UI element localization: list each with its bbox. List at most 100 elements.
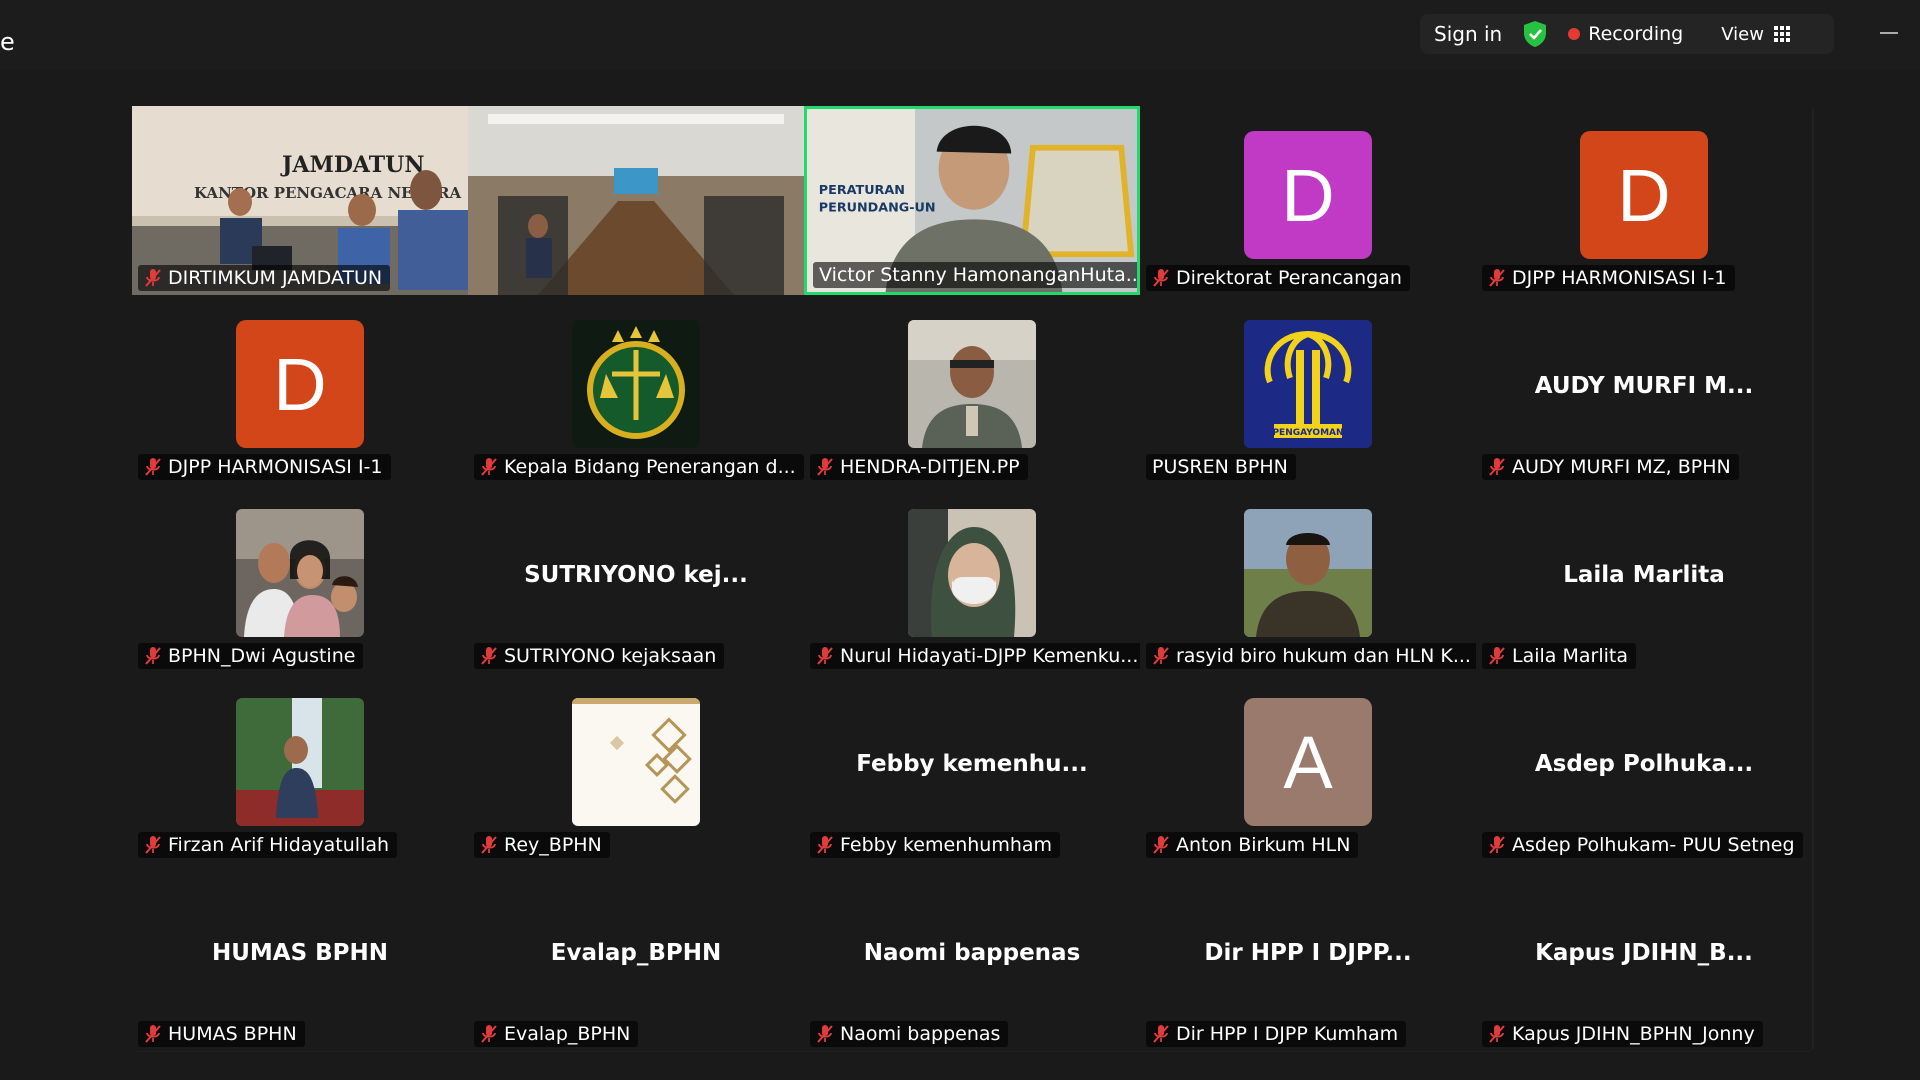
gallery-view: JAMDATUN KANTOR PENGACARA NEGARA DIRTIMKUM… — [132, 106, 1814, 1052]
participant-photo — [236, 509, 364, 637]
mic-muted-icon — [1488, 646, 1506, 666]
participant-tile[interactable]: Dir HPP I DJPP... Dir HPP I DJPP Kumham — [1140, 862, 1476, 1051]
participant-name: Evalap_BPHN — [504, 1023, 631, 1045]
view-label: View — [1721, 23, 1764, 45]
participant-tile[interactable]: Asdep Polhuka... Asdep Polhukam- PUU Setn… — [1476, 673, 1812, 862]
participant-tile[interactable]: Nurul Hidayati-DJPP Kemenku... — [804, 484, 1140, 673]
mic-muted-icon — [480, 1024, 498, 1044]
participant-tile[interactable]: Firzan Arif Hidayatullah — [132, 673, 468, 862]
participant-tile[interactable]: JAMDATUN KANTOR PENGACARA NEGARA DIRTIMKUM… — [132, 106, 468, 295]
participant-avatar: D — [236, 320, 364, 448]
participant-photo — [236, 698, 364, 826]
participant-name-tag: Dir HPP I DJPP Kumham — [1146, 1021, 1407, 1047]
participant-name-tag: Direktorat Perancangan — [1146, 265, 1410, 291]
participant-name-tag: DIRTIMKUM JAMDATUN — [138, 265, 391, 291]
video-banner-line1: JAMDATUN — [280, 152, 424, 178]
view-button[interactable]: View — [1721, 24, 1790, 45]
participant-name: DJPP HARMONISASI I-1 — [1512, 267, 1727, 289]
participant-name-tag: Rey_BPHN — [474, 832, 610, 858]
participant-name-tag: Kepala Bidang Penerangan d... — [474, 454, 804, 480]
participant-tile[interactable]: PENGAYOMAN PUSREN BPHN — [1140, 295, 1476, 484]
mic-muted-icon — [480, 835, 498, 855]
mic-muted-icon — [1152, 646, 1170, 666]
participant-display-name: Naomi bappenas — [863, 940, 1081, 966]
sign-in-button[interactable]: Sign in — [1434, 22, 1502, 46]
participant-tile[interactable]: HUMAS BPHN HUMAS BPHN — [132, 862, 468, 1051]
grid-view-icon — [1773, 26, 1790, 42]
participant-name: Febby kemenhumham — [840, 834, 1053, 856]
participant-tile[interactable]: A Anton Birkum HLN — [1140, 673, 1476, 862]
participant-name-tag: DJPP HARMONISASI I-1 — [138, 454, 391, 480]
participant-name-tag: AUDY MURFI MZ, BPHN — [1482, 454, 1739, 480]
participant-tile[interactable]: SUTRIYONO kej... SUTRIYONO kejaksaan — [468, 484, 804, 673]
participant-display-name: Febby kemenhu... — [856, 751, 1088, 777]
participant-name-tag: Nurul Hidayati-DJPP Kemenku... — [810, 643, 1140, 669]
participant-name: Asdep Polhukam- PUU Setneg — [1512, 834, 1795, 856]
participant-tile[interactable]: Laila Marlita Laila Marlita — [1476, 484, 1812, 673]
participant-photo — [1244, 509, 1372, 637]
participant-photo: PENGAYOMAN — [1244, 320, 1372, 448]
participant-display-name: AUDY MURFI M... — [1534, 373, 1754, 399]
participant-tile[interactable]: D Direktorat Perancangan — [1140, 106, 1476, 295]
participant-display-name: Evalap_BPHN — [550, 940, 722, 966]
participant-video — [468, 106, 804, 295]
participant-name: Rey_BPHN — [504, 834, 602, 856]
participant-name: Nurul Hidayati-DJPP Kemenku... — [840, 645, 1139, 667]
participant-name: DIRTIMKUM JAMDATUN — [168, 267, 383, 289]
video-banner-line2: PERUNDANG-UN — [819, 200, 936, 215]
participant-display-name: SUTRIYONO kej... — [524, 562, 748, 588]
mic-muted-icon — [1488, 835, 1506, 855]
mic-muted-icon — [1488, 457, 1506, 477]
participant-photo — [572, 320, 700, 448]
participant-tile[interactable]: Febby kemenhu... Febby kemenhumham — [804, 673, 1140, 862]
participant-display-name: Laila Marlita — [1563, 562, 1725, 588]
mic-muted-icon — [816, 1024, 834, 1044]
participant-display-name: Kapus JDIHN_B... — [1535, 940, 1753, 966]
participant-name-tag: HENDRA-DITJEN.PP — [810, 454, 1028, 480]
participant-name-tag: Asdep Polhukam- PUU Setneg — [1482, 832, 1803, 858]
participant-name: Firzan Arif Hidayatullah — [168, 834, 390, 856]
mic-muted-icon — [1152, 1024, 1170, 1044]
participant-avatar: D — [1580, 131, 1708, 259]
participant-name-tag: HUMAS BPHN — [138, 1021, 305, 1047]
participant-photo — [908, 509, 1036, 637]
participant-name: HENDRA-DITJEN.PP — [840, 456, 1020, 478]
mic-muted-icon — [480, 457, 498, 477]
participant-tile[interactable]: Kapus JDIHN_B... Kapus JDIHN_BPHN_Jonny — [1476, 862, 1812, 1051]
participant-name-tag: Victor Stanny HamonanganHuta... — [813, 262, 1137, 288]
participant-tile[interactable]: Naomi bappenas Naomi bappenas — [804, 862, 1140, 1051]
participant-name-tag: Laila Marlita — [1482, 643, 1636, 669]
recording-indicator[interactable]: Recording — [1568, 23, 1683, 45]
participant-name: Kepala Bidang Penerangan d... — [504, 456, 796, 478]
participant-name-tag: DJPP HARMONISASI I-1 — [1482, 265, 1735, 291]
participant-name-tag: Firzan Arif Hidayatullah — [138, 832, 398, 858]
mic-muted-icon — [1488, 1024, 1506, 1044]
participant-name: DJPP HARMONISASI I-1 — [168, 456, 383, 478]
participant-tile[interactable]: Kepala Bidang Penerangan d... — [468, 295, 804, 484]
participant-name: Kapus JDIHN_BPHN_Jonny — [1512, 1023, 1755, 1045]
participant-name: BPHN_Dwi Agustine — [168, 645, 356, 667]
participant-display-name: HUMAS BPHN — [211, 940, 389, 966]
participant-name-tag: Febby kemenhumham — [810, 832, 1061, 858]
shield-check-icon[interactable] — [1522, 20, 1548, 48]
mic-muted-icon — [480, 646, 498, 666]
participant-display-name: Asdep Polhuka... — [1534, 751, 1754, 777]
mic-muted-icon — [144, 1024, 162, 1044]
participant-tile[interactable]: D DJPP HARMONISASI I-1 — [132, 295, 468, 484]
participant-tile[interactable]: PERATURAN PERUNDANG-UN Victor Stanny Hamon… — [804, 106, 1140, 295]
participant-tile[interactable]: BPHN_Dwi Agustine — [132, 484, 468, 673]
participant-photo — [908, 320, 1036, 448]
mic-muted-icon — [816, 457, 834, 477]
participant-tile[interactable]: AUDY MURFI M... AUDY MURFI MZ, BPHN — [1476, 295, 1812, 484]
participant-tile[interactable]: Rey_BPHN — [468, 673, 804, 862]
participant-name-tag: BPHN_Dwi Agustine — [138, 643, 364, 669]
participant-tile[interactable]: Evalap_BPHN Evalap_BPHN — [468, 862, 804, 1051]
mic-muted-icon — [144, 268, 162, 288]
mic-muted-icon — [1488, 268, 1506, 288]
participant-tile[interactable]: HENDRA-DITJEN.PP — [804, 295, 1140, 484]
minimize-icon[interactable] — [1880, 32, 1898, 34]
participant-tile[interactable]: D DJPP HARMONISASI I-1 — [1476, 106, 1812, 295]
participant-tile[interactable]: rasyid biro hukum dan HLN K... — [1140, 484, 1476, 673]
participant-name-tag: Kapus JDIHN_BPHN_Jonny — [1482, 1021, 1763, 1047]
participant-tile[interactable] — [468, 106, 804, 295]
